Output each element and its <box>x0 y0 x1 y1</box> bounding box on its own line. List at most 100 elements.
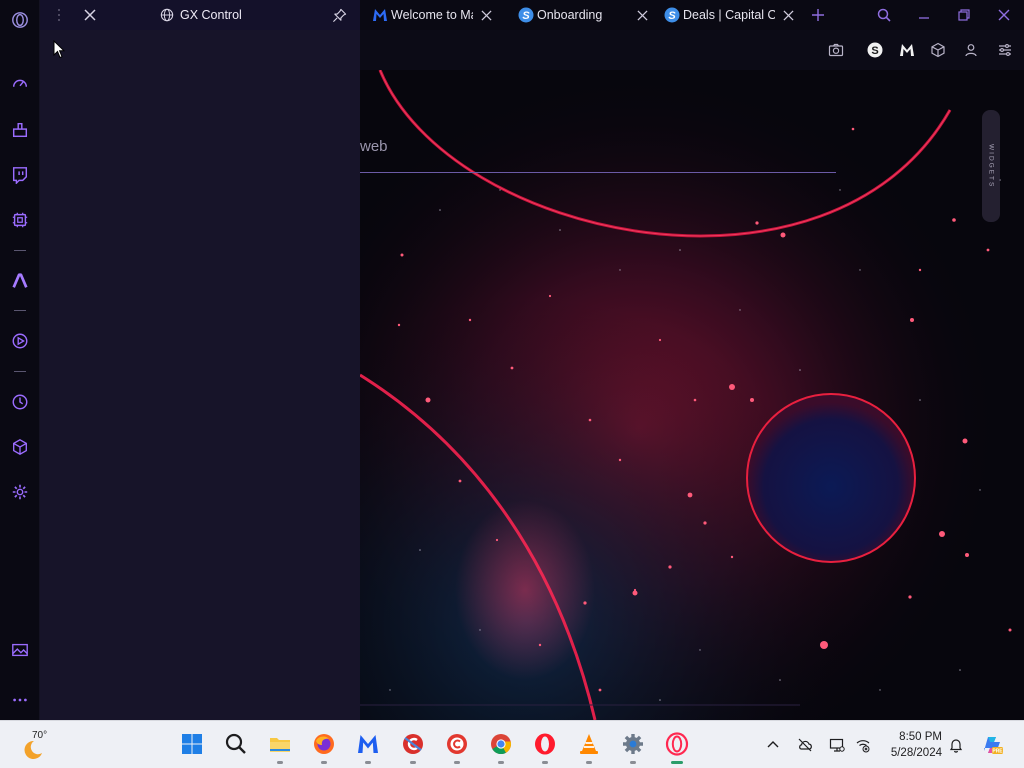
running-indicator <box>321 761 327 764</box>
restore-icon[interactable] <box>952 4 976 26</box>
tab-malwarebytes[interactable]: Welcome to Malwarebytes <box>372 3 504 27</box>
running-indicator <box>454 761 460 764</box>
notifications-button[interactable] <box>946 735 966 755</box>
wallpaper-icon[interactable] <box>8 638 32 662</box>
hardware-monitor-icon[interactable] <box>8 208 32 232</box>
panel-title-text: GX Control <box>180 8 242 22</box>
ccleaner-browser-icon <box>447 734 467 754</box>
running-indicator <box>365 761 371 764</box>
active-indicator <box>671 761 683 764</box>
tab-close-icon[interactable] <box>781 8 795 22</box>
aria-ai-icon[interactable] <box>8 269 32 293</box>
space-wallpaper <box>360 70 1024 720</box>
pin-icon[interactable] <box>330 6 348 24</box>
settings-app[interactable] <box>619 730 647 764</box>
panel-title: GX Control <box>160 7 242 23</box>
chrome-app[interactable] <box>487 730 515 764</box>
panel-header: GX Control <box>40 0 360 30</box>
settings-gear-icon[interactable] <box>8 480 32 504</box>
search-box-text[interactable]: web <box>360 138 388 155</box>
browser-toolbar: S <box>360 30 1024 70</box>
display-tray[interactable] <box>827 735 847 755</box>
panel-close-icon[interactable] <box>82 7 98 23</box>
opera-gx-icon <box>665 732 689 756</box>
settings-gear-icon <box>623 734 643 754</box>
monitor-icon <box>829 738 845 752</box>
firefox-app[interactable] <box>310 730 338 764</box>
onedrive-tray[interactable] <box>795 735 815 755</box>
malwarebytes-app[interactable] <box>354 730 382 764</box>
extensions-cube-icon[interactable] <box>8 435 32 459</box>
mouse-cursor-icon <box>53 40 65 59</box>
tab-title: Deals | Capital One Shopping <box>683 8 775 22</box>
tab-close-icon[interactable] <box>479 8 493 22</box>
taskbar-clock[interactable]: 8:50 PM 5/28/2024 <box>880 729 942 761</box>
opera-gx-logo-icon[interactable] <box>8 8 32 32</box>
tab-capital-one-shopping[interactable]: S Deals | Capital One Shopping <box>664 3 796 27</box>
player-icon[interactable] <box>8 329 32 353</box>
minimize-icon[interactable] <box>912 4 936 26</box>
tab-strip: Welcome to Malwarebytes S Onboarding S D… <box>360 0 1024 30</box>
taskbar-search-button[interactable] <box>222 730 250 758</box>
tab-onboarding[interactable]: S Onboarding <box>518 3 650 27</box>
speed-dial-page: web WIDGETS <box>360 70 1024 720</box>
bell-icon <box>949 739 963 753</box>
ccleaner-browser-app[interactable] <box>443 730 471 764</box>
tab-title: Welcome to Malwarebytes <box>391 8 473 22</box>
search-box-underline <box>360 172 836 173</box>
tab-search-icon[interactable] <box>872 4 896 26</box>
ccleaner-app[interactable] <box>399 730 427 764</box>
running-indicator <box>277 761 283 764</box>
file-explorer-app[interactable] <box>266 730 294 764</box>
clock-time: 8:50 PM <box>899 731 942 743</box>
vlc-cone-icon <box>580 734 598 754</box>
opera-icon <box>535 733 555 755</box>
malwarebytes-extension-icon[interactable] <box>897 40 917 60</box>
opera-app[interactable] <box>531 730 559 764</box>
network-tray[interactable] <box>853 735 873 755</box>
windows-taskbar: 70° 8:50 PM 5/28/2024 PRE <box>0 720 1024 768</box>
globe-icon <box>160 8 174 22</box>
vlc-app[interactable] <box>575 730 603 764</box>
svg-text:PRE: PRE <box>992 749 1003 755</box>
s-logo-icon: S <box>518 7 534 23</box>
tab-close-icon[interactable] <box>635 8 649 22</box>
panel-body <box>40 30 360 720</box>
ccleaner-icon <box>403 734 423 754</box>
window-close-icon[interactable] <box>992 4 1016 26</box>
opera-gx-window: GX Control Welcome to Malwarebytes S Onb… <box>0 0 1024 768</box>
gx-cleaner-icon[interactable] <box>8 118 32 142</box>
chrome-icon <box>491 734 512 755</box>
running-indicator <box>498 761 504 764</box>
easy-setup-menu-icon[interactable] <box>995 40 1015 60</box>
opera-gx-app[interactable] <box>663 730 691 764</box>
moon-weather-icon <box>24 740 42 759</box>
widgets-toggle[interactable]: WIDGETS <box>982 110 1000 222</box>
svg-text:S: S <box>871 45 878 57</box>
more-options-icon[interactable] <box>8 688 32 712</box>
history-icon[interactable] <box>8 390 32 414</box>
extensions-icon[interactable] <box>928 40 948 60</box>
running-indicator <box>630 761 636 764</box>
svg-text:S: S <box>668 10 676 22</box>
gx-control-icon[interactable] <box>8 72 32 96</box>
running-indicator <box>542 761 548 764</box>
network-disconnected-icon <box>856 740 870 753</box>
weather-temp: 70° <box>32 730 48 741</box>
start-button[interactable] <box>178 730 206 758</box>
capital-one-shopping-extension-icon[interactable]: S <box>865 40 885 60</box>
weather-widget[interactable]: 70° <box>18 727 58 763</box>
profile-icon[interactable] <box>961 40 981 60</box>
drag-handle-icon[interactable] <box>56 8 62 22</box>
gx-control-panel: GX Control <box>40 0 360 720</box>
sidebar <box>0 0 40 720</box>
tab-title: Onboarding <box>537 8 603 22</box>
snapshot-camera-icon[interactable] <box>826 40 846 60</box>
copilot-app[interactable]: PRE <box>978 731 1006 759</box>
new-tab-plus-icon[interactable] <box>806 4 830 26</box>
malwarebytes-icon <box>372 7 388 23</box>
show-hidden-icons-button[interactable] <box>763 735 783 755</box>
widgets-label: WIDGETS <box>987 143 995 189</box>
folder-icon <box>270 738 290 752</box>
twitch-icon[interactable] <box>8 163 32 187</box>
